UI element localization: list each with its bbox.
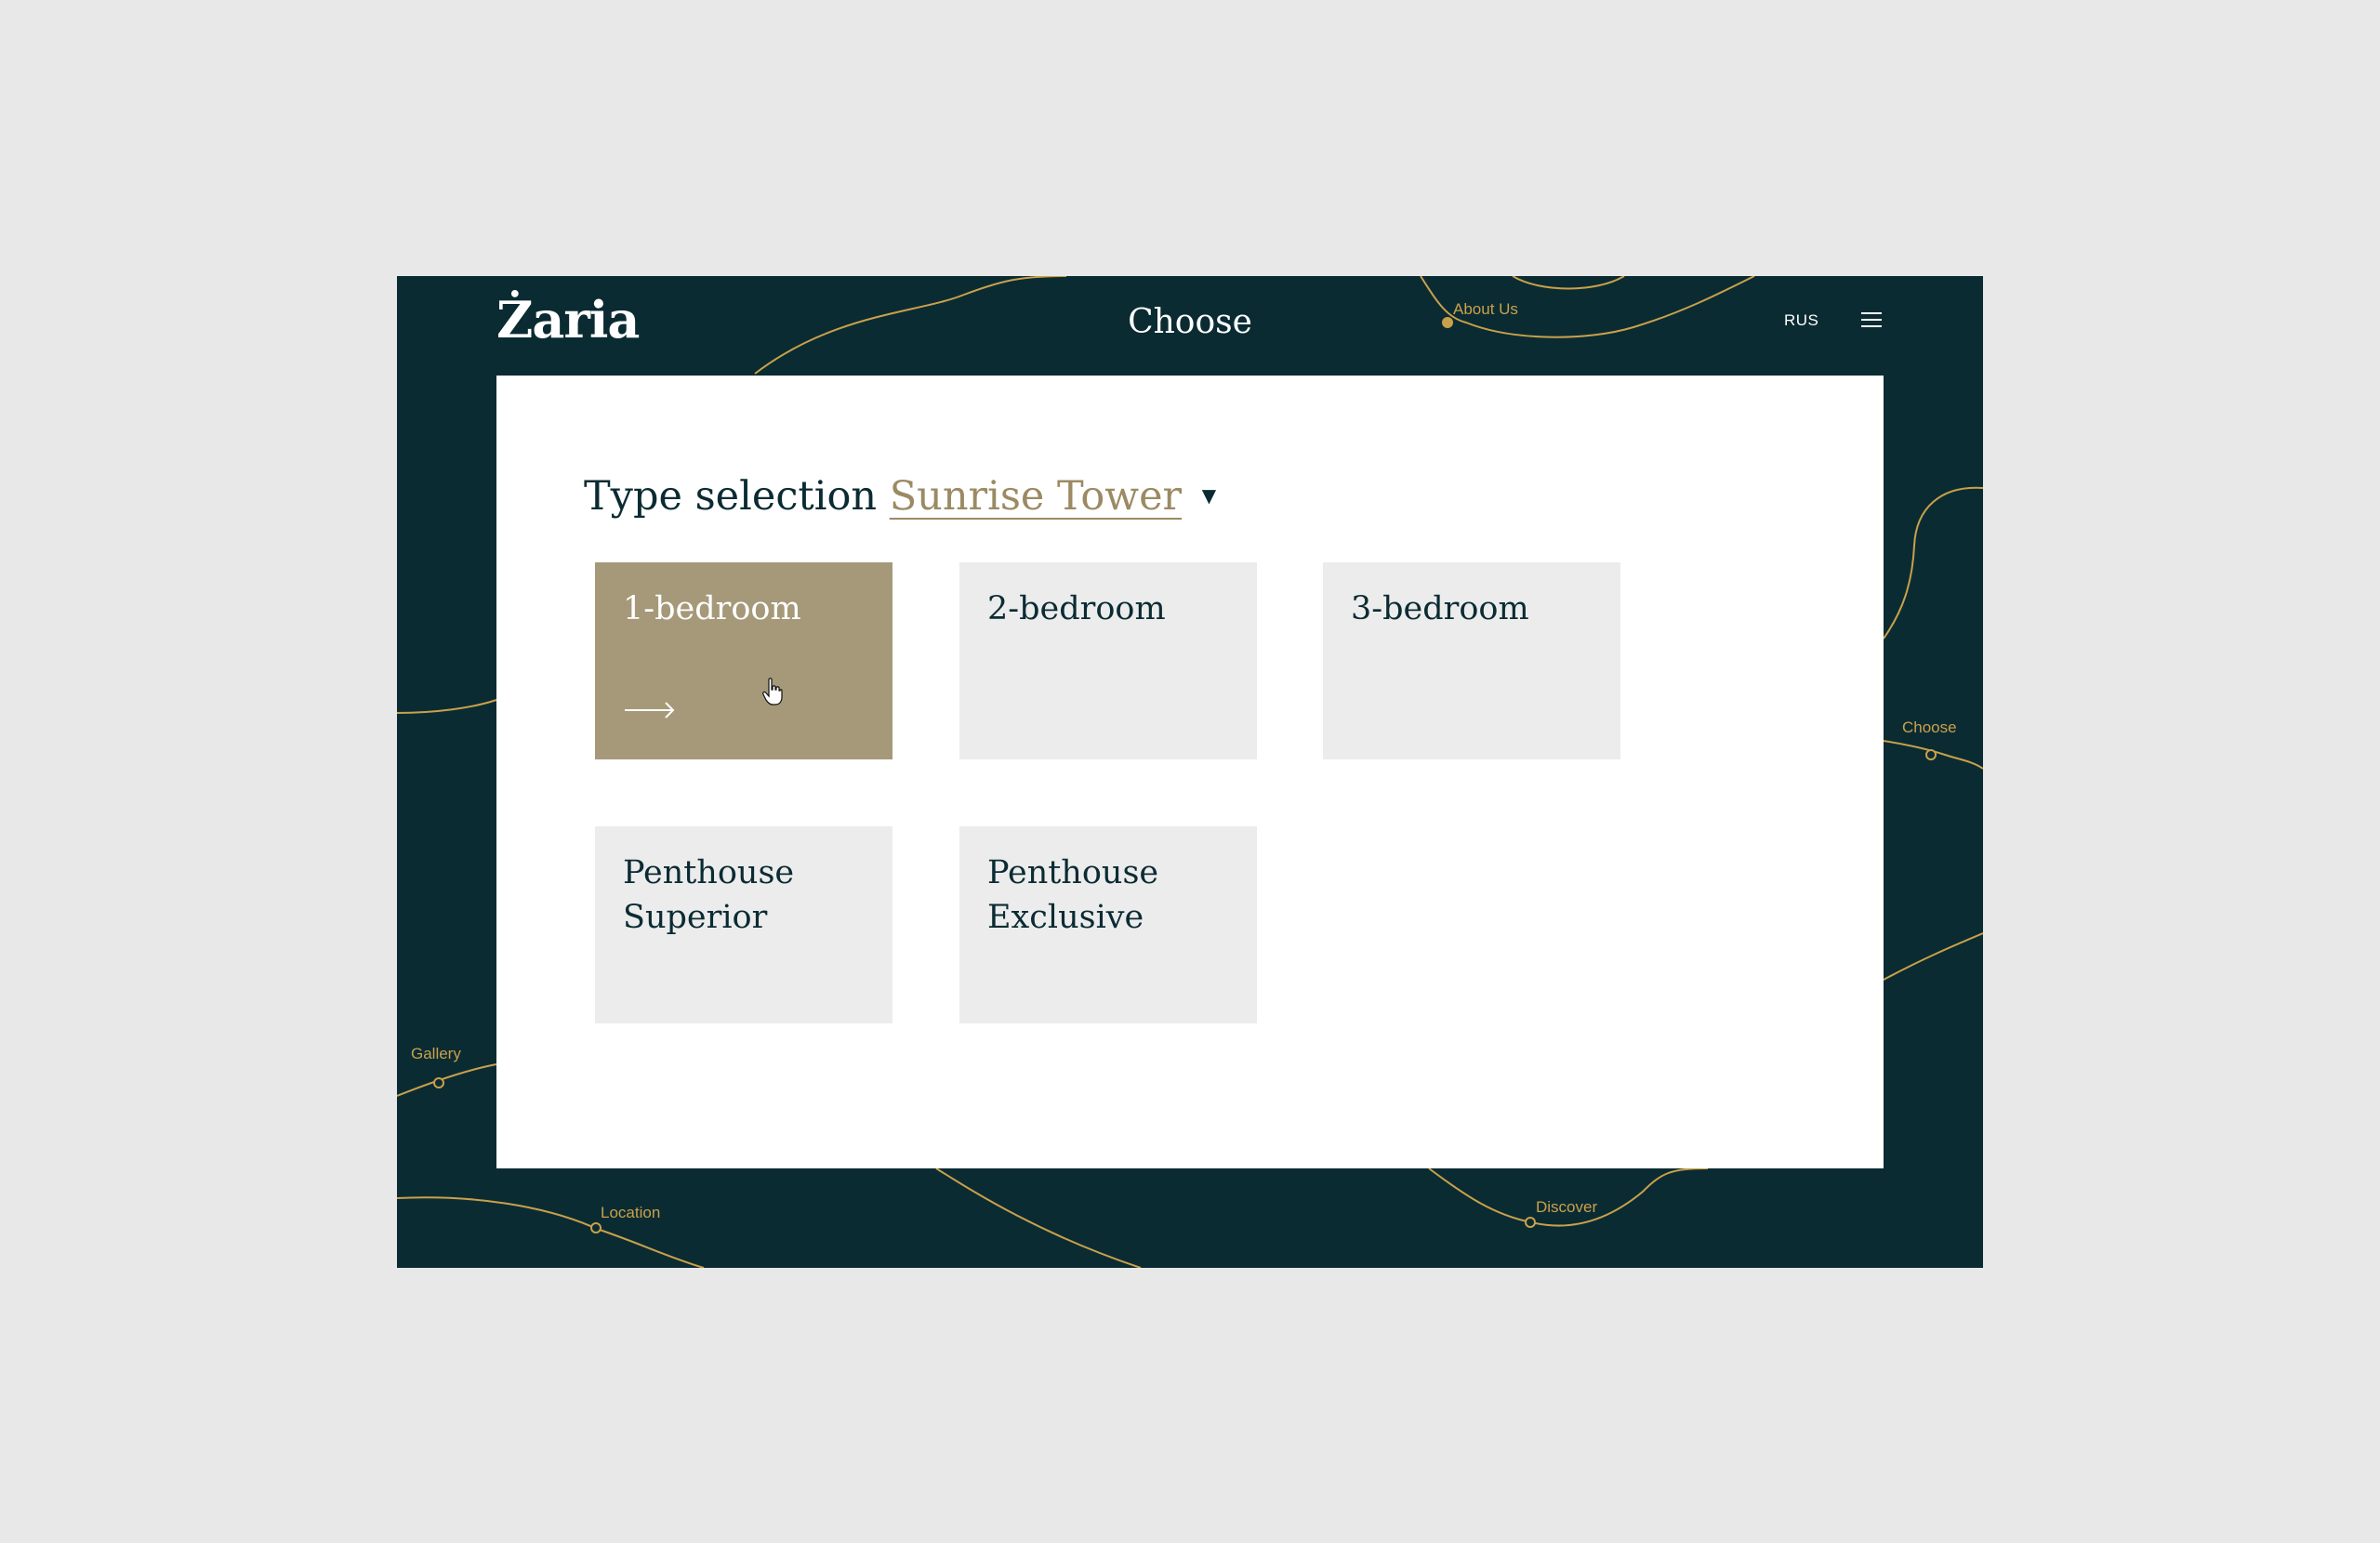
route-label-discover[interactable]: Discover xyxy=(1536,1198,1597,1217)
tile-label: Penthouse Exclusive xyxy=(987,854,1159,936)
tile-label: Penthouse Superior xyxy=(623,854,795,936)
site-frame: About Us Choose Gallery Location Discove… xyxy=(397,276,1983,1268)
type-selection-label: Type selection xyxy=(584,473,878,520)
route-label-choose[interactable]: Choose xyxy=(1902,719,1957,737)
tile-label: 3-bedroom xyxy=(1351,590,1529,627)
language-switch[interactable]: RUS xyxy=(1784,311,1818,330)
hamburger-menu-icon[interactable] xyxy=(1860,310,1883,330)
route-label-location[interactable]: Location xyxy=(601,1204,660,1222)
type-tile-penthouse-superior[interactable]: Penthouse Superior xyxy=(595,826,892,1023)
zaria-logo[interactable]: Żaria xyxy=(496,287,640,352)
content-card: Type selection Sunrise Tower ▼ 1-bedroom… xyxy=(496,376,1884,1168)
page-title: Choose xyxy=(1128,303,1252,341)
type-tile-penthouse-exclusive[interactable]: Penthouse Exclusive xyxy=(959,826,1257,1023)
type-selection-heading: Type selection Sunrise Tower ▼ xyxy=(584,468,1216,527)
arrow-right-icon[interactable] xyxy=(625,702,675,719)
tower-dropdown[interactable]: Sunrise Tower xyxy=(890,473,1182,520)
tile-label: 2-bedroom xyxy=(987,590,1166,627)
type-tile-2-bedroom[interactable]: 2-bedroom xyxy=(959,562,1257,759)
route-label-about-us[interactable]: About Us xyxy=(1453,300,1518,319)
type-tile-3-bedroom[interactable]: 3-bedroom xyxy=(1323,562,1620,759)
caret-down-icon[interactable]: ▼ xyxy=(1202,468,1216,523)
type-tile-1-bedroom[interactable]: 1-bedroom xyxy=(595,562,892,759)
pointer-hand-cursor-icon xyxy=(762,678,783,706)
tile-label: 1-bedroom xyxy=(623,590,801,627)
route-label-gallery[interactable]: Gallery xyxy=(411,1045,461,1063)
